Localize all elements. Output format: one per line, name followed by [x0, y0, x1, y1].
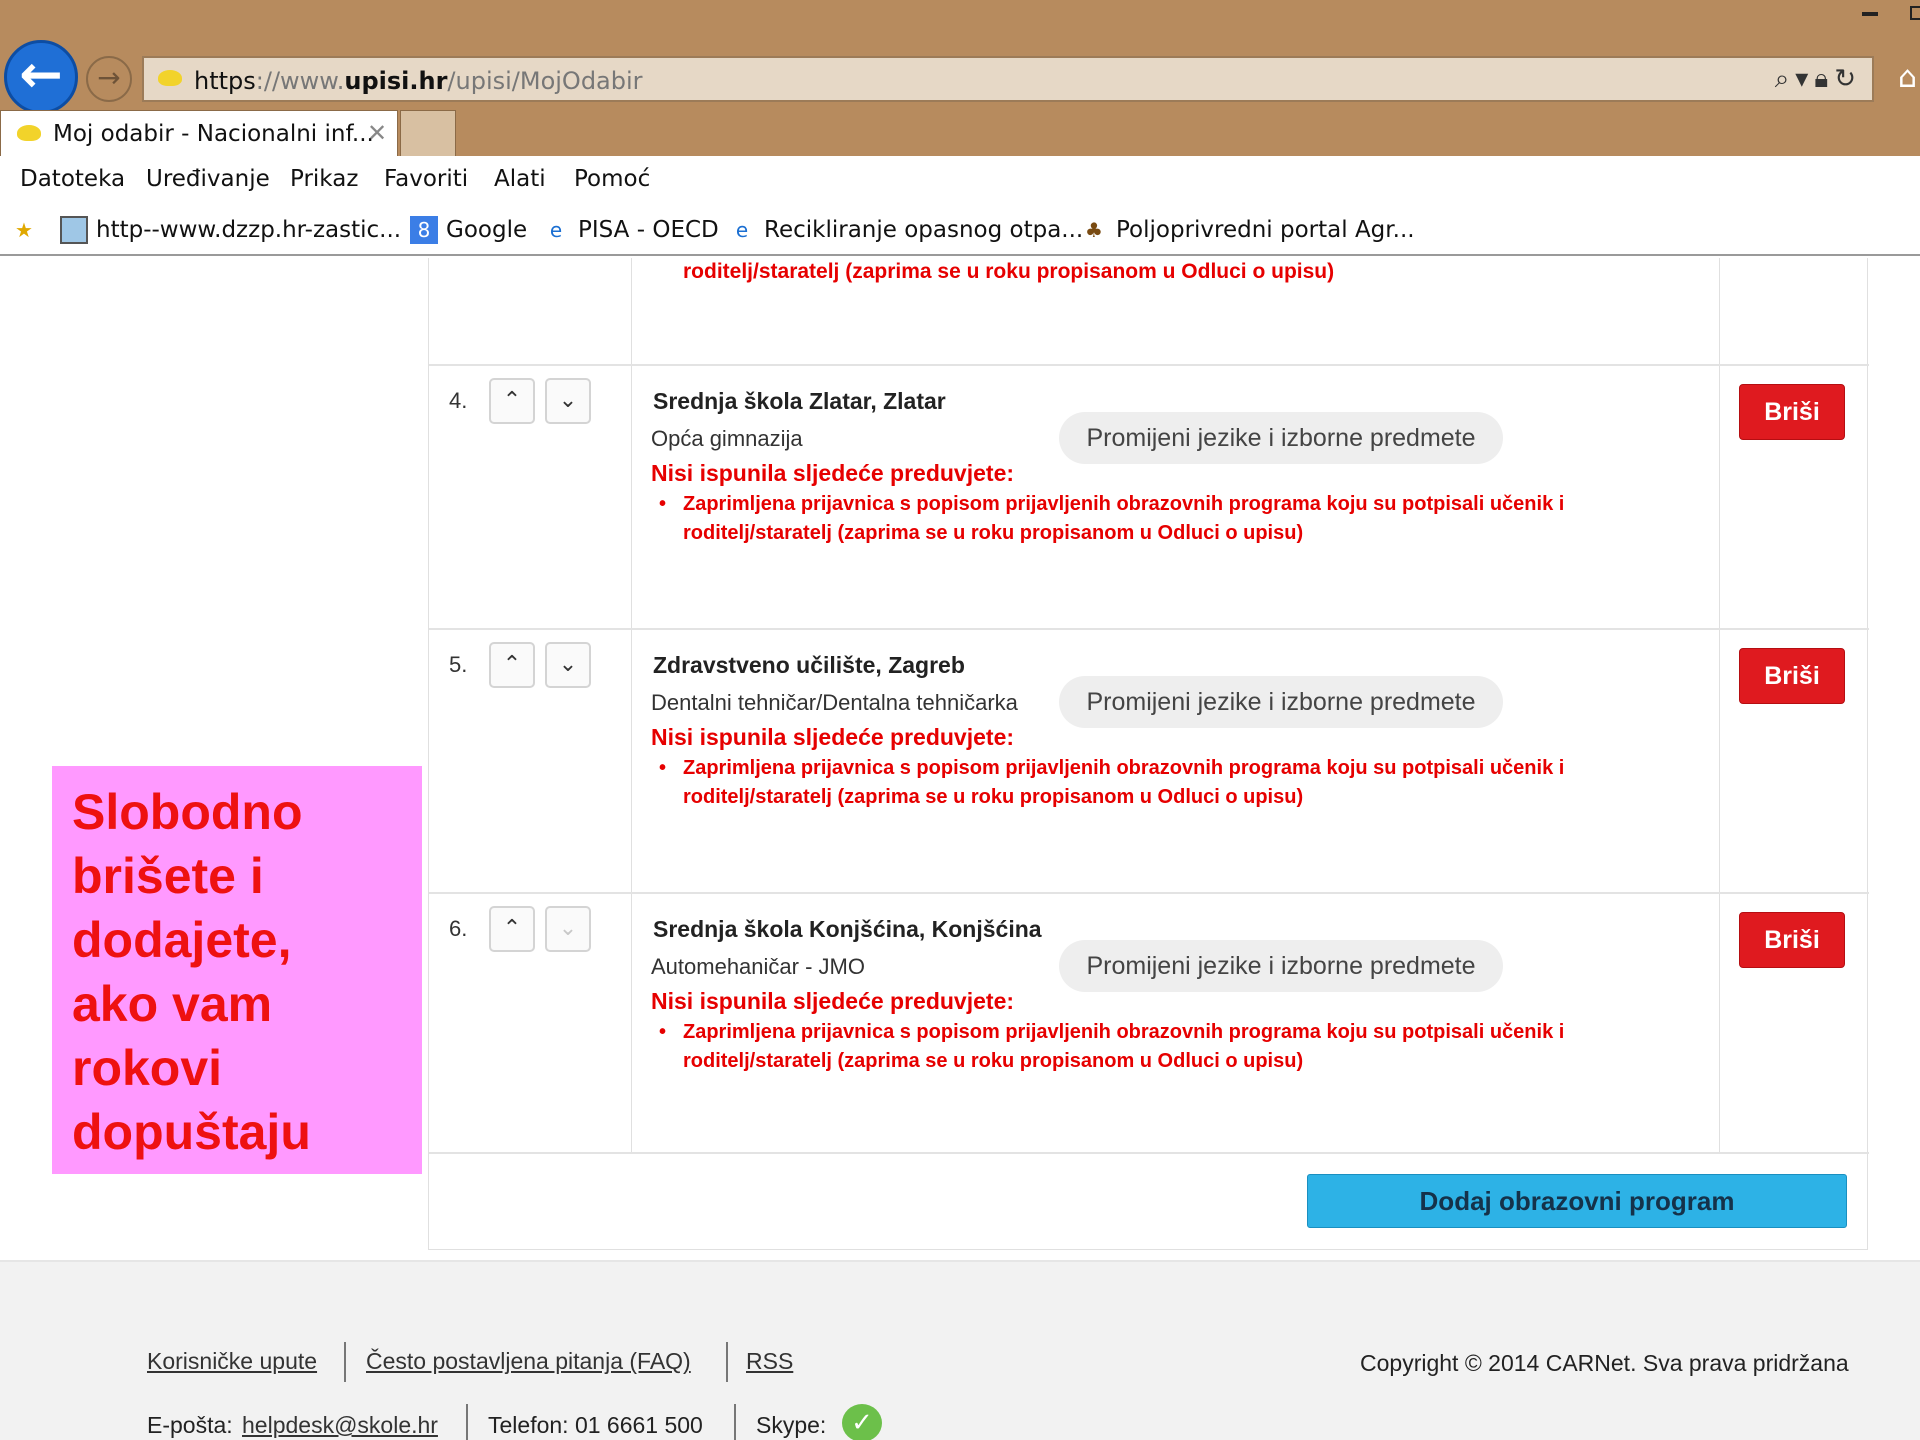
- image-icon: [60, 216, 88, 244]
- back-button[interactable]: ←: [4, 40, 78, 114]
- chevron-down-icon: ⌄: [558, 388, 578, 413]
- favorite-link-recikliranje[interactable]: e Recikliranje opasnog otpa...: [728, 214, 1083, 246]
- favorite-link-pisa[interactable]: e PISA - OECD: [542, 214, 719, 246]
- chevron-up-icon: ⌃: [502, 916, 522, 941]
- google-icon: 8: [410, 216, 438, 244]
- menu-item-tools[interactable]: Alati: [494, 166, 546, 192]
- school-name: Srednja škola Konjšćina, Konjšćina: [653, 916, 1042, 942]
- school-name: Zdravstveno učilište, Zagreb: [653, 652, 965, 678]
- warning-item: Zaprimljena prijavnica s popisom prijavl…: [659, 490, 1693, 548]
- warning-title: Nisi ispunila sljedeće preduvjete:: [651, 460, 1015, 486]
- rank-number: 4.: [449, 388, 468, 413]
- phone-text: Telefon: 01 6661 500: [488, 1412, 703, 1438]
- move-up-button[interactable]: ⌃: [489, 906, 535, 952]
- favorites-bar: ★ http--www.dzzp.hr-zastic... 8 Google e…: [0, 206, 1920, 256]
- address-tools: ⌕▾🔒︎↻: [1775, 64, 1862, 95]
- footer-link-rss[interactable]: RSS: [746, 1348, 793, 1375]
- move-up-button[interactable]: ⌃: [489, 642, 535, 688]
- chevron-up-icon: ⌃: [502, 388, 522, 413]
- move-down-button[interactable]: ⌄: [545, 378, 591, 424]
- favorite-link-dzzp[interactable]: http--www.dzzp.hr-zastic...: [60, 214, 401, 246]
- home-icon[interactable]: ⌂: [1898, 60, 1917, 95]
- list-item: 4. ⌃ ⌄ Srednja škola Zlatar, Zlatar Opća…: [429, 366, 1869, 628]
- delete-button[interactable]: Briši: [1739, 912, 1845, 968]
- program-list: roditelj/staratelj (zaprima se u roku pr…: [428, 258, 1869, 1250]
- row-divider: [429, 1152, 1869, 1154]
- program-name: Dentalni tehničar/Dentalna tehničarka: [651, 690, 1018, 715]
- search-icon[interactable]: ⌕: [1775, 64, 1796, 94]
- footer-link-faq[interactable]: Često postavljena pitanja (FAQ): [366, 1348, 691, 1375]
- new-tab-button[interactable]: [400, 110, 456, 156]
- menu-item-file[interactable]: Datoteka: [20, 166, 125, 192]
- change-languages-button[interactable]: Promijeni jezike i izborne predmete: [1059, 412, 1503, 464]
- program-name: Opća gimnazija: [651, 426, 803, 451]
- tab-favicon: [17, 125, 41, 141]
- dropdown-icon[interactable]: ▾: [1795, 64, 1814, 94]
- tab-title: Moj odabir - Nacionalni inf...: [53, 121, 374, 147]
- ie-page-icon: e: [549, 218, 563, 242]
- site-favicon: [158, 70, 182, 86]
- warning-item: Zaprimljena prijavnica s popisom prijavl…: [659, 754, 1693, 812]
- chevron-down-icon: ⌄: [558, 916, 578, 941]
- move-down-button[interactable]: ⌄: [545, 642, 591, 688]
- menu-item-favorites[interactable]: Favoriti: [384, 166, 468, 192]
- move-down-button: ⌄: [545, 906, 591, 952]
- plant-icon: ♣: [1085, 218, 1103, 242]
- school-name: Srednja škola Zlatar, Zlatar: [653, 388, 946, 414]
- refresh-icon[interactable]: ↻: [1834, 64, 1862, 94]
- forward-button[interactable]: →: [86, 56, 132, 102]
- warning-item: Zaprimljena prijavnica s popisom prijavl…: [659, 1018, 1693, 1076]
- change-languages-button[interactable]: Promijeni jezike i izborne predmete: [1059, 676, 1503, 728]
- warning-title: Nisi ispunila sljedeće preduvjete:: [651, 724, 1015, 750]
- move-up-button[interactable]: ⌃: [489, 378, 535, 424]
- menu-item-edit[interactable]: Uređivanje: [146, 166, 270, 192]
- favorites-star-icon[interactable]: ★: [10, 214, 46, 246]
- skype-status-icon[interactable]: ✓: [842, 1404, 882, 1440]
- footer-divider: [344, 1342, 346, 1382]
- close-icon[interactable]: ✕: [367, 119, 387, 147]
- chevron-up-icon: ⌃: [502, 652, 522, 677]
- footer-divider: [466, 1404, 468, 1440]
- program-name: Automehaničar - JMO: [651, 954, 865, 979]
- tab-active[interactable]: Moj odabir - Nacionalni inf... ✕: [0, 110, 398, 156]
- menu-item-view[interactable]: Prikaz: [290, 166, 358, 192]
- email-link[interactable]: helpdesk@skole.hr: [242, 1412, 438, 1439]
- page-content: roditelj/staratelj (zaprima se u roku pr…: [0, 258, 1920, 1260]
- address-url[interactable]: https://www.upisi.hr/upisi/MojOdabir: [194, 67, 643, 95]
- favorite-link-google[interactable]: 8 Google: [410, 214, 527, 246]
- previous-entry-warning-text: roditelj/staratelj (zaprima se u roku pr…: [683, 260, 1335, 283]
- forward-arrow-icon: →: [97, 61, 121, 94]
- delete-button[interactable]: Briši: [1739, 648, 1845, 704]
- maximize-icon[interactable]: [1910, 6, 1920, 20]
- rank-number: 5.: [449, 652, 468, 677]
- page-footer: Korisničke upute Često postavljena pitan…: [0, 1260, 1920, 1440]
- add-program-button[interactable]: Dodaj obrazovni program: [1307, 1174, 1847, 1228]
- change-languages-button[interactable]: Promijeni jezike i izborne predmete: [1059, 940, 1503, 992]
- annotation-text: Slobodno brišete i dodajete, ako vam rok…: [72, 784, 311, 1160]
- footer-divider: [734, 1404, 736, 1440]
- footer-link-user-guide[interactable]: Korisničke upute: [147, 1348, 317, 1375]
- rank-number: 6.: [449, 916, 468, 941]
- minimize-icon[interactable]: [1862, 12, 1878, 16]
- warning-title: Nisi ispunila sljedeće preduvjete:: [651, 988, 1015, 1014]
- favorite-link-poljoprivredni[interactable]: ♣ Poljoprivredni portal Agr...: [1080, 214, 1415, 246]
- address-bar[interactable]: https://www.upisi.hr/upisi/MojOdabir ⌕▾🔒…: [142, 56, 1874, 102]
- menu-bar: Datoteka Uređivanje Prikaz Favoriti Alat…: [0, 156, 1920, 206]
- chevron-down-icon: ⌄: [558, 652, 578, 677]
- footer-divider: [726, 1342, 728, 1382]
- annotation-callout: Slobodno brišete i dodajete, ako vam rok…: [52, 766, 422, 1174]
- list-item: 6. ⌃ ⌄ Srednja škola Konjšćina, Konjšćin…: [429, 894, 1869, 1156]
- lock-icon[interactable]: 🔒︎: [1814, 64, 1834, 94]
- menu-item-help[interactable]: Pomoć: [574, 166, 650, 192]
- ie-page-icon: e: [735, 218, 749, 242]
- skype-label: Skype:: [756, 1412, 827, 1438]
- delete-button[interactable]: Briši: [1739, 384, 1845, 440]
- browser-chrome: ← → https://www.upisi.hr/upisi/MojOdabir…: [0, 0, 1920, 256]
- email-label: E-pošta:: [147, 1412, 233, 1438]
- list-item: 5. ⌃ ⌄ Zdravstveno učilište, Zagreb Dent…: [429, 630, 1869, 892]
- back-arrow-icon: ←: [19, 45, 63, 105]
- copyright-text: Copyright © 2014 CARNet. Sva prava pridr…: [1360, 1350, 1849, 1376]
